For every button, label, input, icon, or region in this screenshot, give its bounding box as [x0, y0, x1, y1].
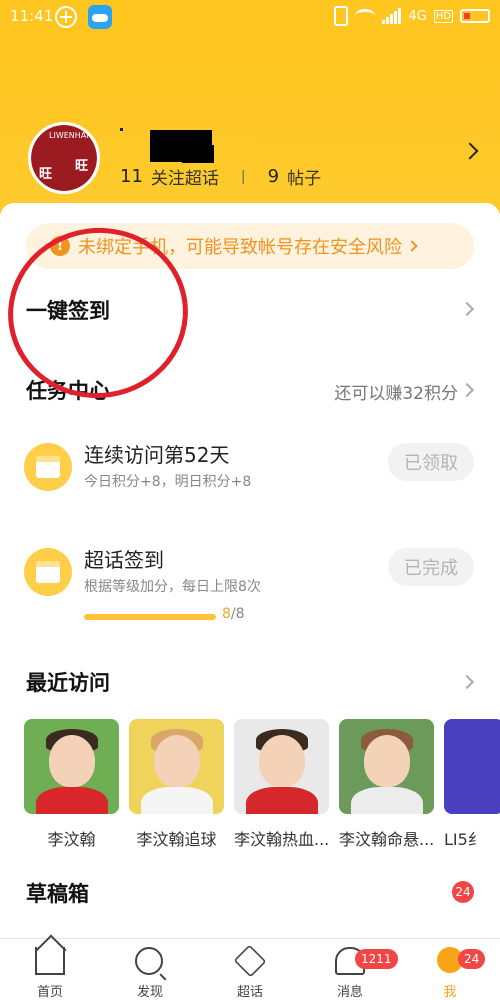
avatar-logo-char-b: 旺 [75, 159, 89, 174]
profile-counts: 11 关注超话 | 9 帖子 [120, 164, 321, 189]
profile-header: 11:41 4G HD LIWENHAN 旺 旺 11 关注超话 | 9 帖子 [0, 0, 500, 230]
chevron-right-icon [406, 240, 418, 252]
recent-item-thumbnail [339, 719, 434, 814]
recent-item[interactable]: 李汶翰命悬... [339, 719, 434, 850]
calendar-check-icon [24, 548, 72, 596]
counts-separator: | [240, 168, 246, 185]
drafts-badge: 24 [452, 881, 474, 903]
nav-label: 超话 [236, 985, 263, 1000]
avatar-logo-text: LIWENHAN [49, 131, 93, 140]
signal-icon [382, 8, 402, 24]
nav-item-super-topic[interactable]: 超话 [200, 939, 300, 1000]
progress-total: /8 [230, 606, 245, 622]
app-notification-icon [55, 6, 77, 28]
recent-item-label: 李汶翰 [47, 830, 96, 849]
nav-label: 发现 [136, 985, 163, 1000]
recent-item-label: 李汶翰热血... [234, 830, 329, 849]
nav-label: 消息 [336, 985, 363, 1000]
vibrate-icon [334, 6, 349, 26]
recent-item[interactable]: 李汶翰追球 [129, 719, 224, 850]
recent-item-label: LI5纟 [444, 830, 484, 849]
recent-item-label: 李汶翰追球 [136, 830, 217, 849]
recent-item-thumbnail [234, 719, 329, 814]
hd-badge: HD [433, 9, 453, 23]
posts-label[interactable]: 帖子 [287, 164, 321, 189]
nav-label: 首页 [36, 985, 63, 1000]
super-topic-icon [233, 944, 267, 978]
status-indicators: 4G HD [334, 6, 490, 26]
checkin-progress-bar [84, 614, 216, 620]
calendar-icon [24, 443, 72, 491]
progress-done: 8 [222, 606, 231, 622]
task-row: 连续访问第52天 今日积分+8，明日积分+8 已领取 [24, 433, 484, 503]
following-label[interactable]: 关注超话 [151, 164, 219, 189]
recent-item-label: 李汶翰命悬... [339, 830, 434, 849]
chevron-right-icon[interactable] [459, 674, 475, 690]
checkin-progress-fill [84, 614, 216, 620]
drafts-title[interactable]: 草稿箱 [26, 878, 89, 908]
status-time: 11:41 [10, 7, 54, 25]
home-icon [35, 947, 65, 975]
battery-icon [460, 9, 490, 23]
recent-visits-title: 最近访问 [26, 671, 110, 695]
posts-count[interactable]: 9 [268, 166, 279, 187]
task-title: 连续访问第52天 [84, 443, 230, 467]
task-title: 超话签到 [84, 548, 164, 572]
status-bar: 11:41 4G HD [0, 0, 500, 34]
nav-label: 我 [443, 985, 457, 1000]
recent-item-thumbnail [444, 719, 500, 814]
bottom-nav: 首页 发现 超话 1211 消息 24 我 [0, 938, 500, 1000]
nav-item-messages[interactable]: 1211 消息 [300, 939, 400, 1000]
nav-item-discover[interactable]: 发现 [100, 939, 200, 1000]
chevron-right-icon[interactable] [459, 301, 475, 317]
avatar-logo: LIWENHAN 旺 旺 [31, 125, 97, 191]
nav-item-me[interactable]: 24 我 [400, 939, 500, 1000]
chevron-right-icon[interactable] [461, 142, 479, 160]
messages-badge: 1211 [355, 949, 398, 969]
recent-item-thumbnail [129, 719, 224, 814]
checkin-progress-text: 8/8 [222, 606, 245, 622]
me-badge: 24 [458, 949, 486, 969]
wifi-icon [355, 9, 376, 23]
following-count[interactable]: 11 [120, 166, 143, 187]
network-type: 4G [408, 8, 427, 24]
claimed-button[interactable]: 已领取 [388, 443, 474, 481]
task-subtitle: 根据等级加分，每日上限8次 [84, 579, 261, 595]
completed-button[interactable]: 已完成 [388, 548, 474, 586]
recent-visits-list: 李汶翰 李汶翰追球 李汶翰热血... 李汶翰命悬... LI5纟 [24, 719, 500, 850]
weather-icon [88, 5, 112, 29]
recent-item[interactable]: 李汶翰热血... [234, 719, 329, 850]
avatar-logo-char-a: 旺 [39, 167, 53, 182]
avatar[interactable]: LIWENHAN 旺 旺 [28, 122, 100, 194]
task-subtitle: 今日积分+8，明日积分+8 [84, 474, 252, 490]
task-center-hint[interactable]: 还可以赚32积分 [334, 379, 458, 404]
recent-item[interactable]: 李汶翰 [24, 719, 119, 850]
recent-item-thumbnail [24, 719, 119, 814]
recent-item[interactable]: LI5纟 [444, 719, 500, 850]
discover-icon [135, 947, 163, 975]
task-row: 超话签到 根据等级加分，每日上限8次 已完成 8/8 [24, 538, 484, 622]
chevron-right-icon[interactable] [459, 382, 475, 398]
nickname-fragment [120, 128, 123, 131]
nav-item-home[interactable]: 首页 [0, 939, 100, 1000]
nickname-redacted-2 [182, 145, 214, 163]
